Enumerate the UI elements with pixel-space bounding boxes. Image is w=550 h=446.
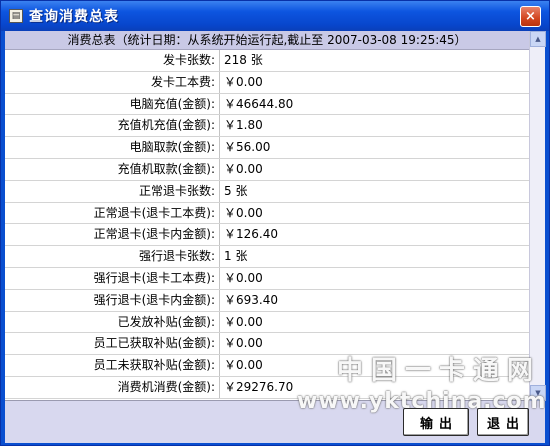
row-label: 正常退卡(退卡工本费): [5, 202, 220, 224]
title-bar[interactable]: ▤ 查询消费总表 × [1, 1, 549, 31]
row-label: 已发放补贴(金额): [5, 311, 220, 333]
row-value: 1 张 [224, 249, 248, 264]
exit-button[interactable]: 退出 [477, 408, 529, 436]
grid-rows: 发卡张数: 218 张发卡工本费: ￥0.00 电脑充值(金额): ￥46644.80 充… [5, 50, 529, 399]
row-label: 电脑取款(金额): [5, 137, 220, 158]
close-icon: × [525, 9, 536, 24]
row-label: 电脑充值(金额): [5, 93, 220, 115]
table-row[interactable]: 强行退卡(退卡工本费): ￥0.00 [5, 267, 529, 290]
row-label: 员工未获取补贴(金额): [5, 355, 220, 376]
row-label: 充值机取款(金额): [5, 158, 220, 180]
row-label: 强行退卡张数: [5, 246, 220, 267]
row-value: ￥46644.80 [224, 96, 294, 111]
row-value: ￥693.40 [224, 292, 278, 307]
summary-grid: 消费总表（统计日期：从系统开始运行起,截止至 2007-03-08 19:25:… [5, 31, 546, 414]
form-icon: ▤ [9, 9, 23, 23]
row-value: 218 张 [224, 53, 263, 67]
row-label: 消费机消费(金额): [5, 376, 220, 398]
export-button[interactable]: 输出 [403, 408, 469, 436]
table-row[interactable]: 发卡工本费: ￥0.00 [5, 71, 529, 94]
row-label: 员工已获取补贴(金额): [5, 333, 220, 355]
row-label: 强行退卡(退卡工本费): [5, 267, 220, 289]
row-value: 5 张 [224, 183, 248, 198]
scroll-up-icon[interactable]: ▲ [530, 31, 546, 47]
row-label: 正常退卡张数: [5, 180, 220, 202]
table-row[interactable]: 正常退卡(退卡工本费): ￥0.00 [5, 202, 529, 225]
table-row[interactable]: 正常退卡张数: 5 张 [5, 180, 529, 203]
row-value: ￥0.00 [224, 205, 263, 220]
row-value: ￥0.00 [224, 314, 263, 329]
row-label: 发卡张数: [5, 50, 220, 71]
vertical-scrollbar[interactable]: ▲ ▼ [529, 31, 546, 401]
watermark-chinese: 中国一卡通网 [337, 356, 542, 386]
table-row[interactable]: 电脑充值(金额): ￥46644.80 [5, 93, 529, 116]
client-area: 消费总表（统计日期：从系统开始运行起,截止至 2007-03-08 19:25:… [5, 31, 546, 443]
table-row[interactable]: 电脑取款(金额): ￥56.00 [5, 137, 529, 159]
row-value: ￥0.00 [224, 74, 263, 89]
row-label: 正常退卡(退卡内金额): [5, 224, 220, 246]
row-value: ￥1.80 [224, 118, 263, 133]
row-label: 强行退卡(退卡内金额): [5, 289, 220, 311]
table-row[interactable]: 充值机充值(金额): ￥1.80 [5, 115, 529, 138]
close-button[interactable]: × [520, 6, 541, 27]
table-row[interactable]: 充值机取款(金额): ￥0.00 [5, 158, 529, 181]
table-row[interactable]: 已发放补贴(金额): ￥0.00 [5, 311, 529, 334]
row-value: ￥126.40 [224, 227, 278, 242]
window-title: 查询消费总表 [29, 9, 119, 25]
table-row[interactable]: 强行退卡张数: 1 张 [5, 246, 529, 268]
row-value: ￥56.00 [224, 140, 271, 155]
row-value: ￥0.00 [224, 270, 263, 285]
grid-header: 消费总表（统计日期：从系统开始运行起,截止至 2007-03-08 19:25:… [5, 31, 529, 50]
table-row[interactable]: 强行退卡(退卡内金额): ￥693.40 [5, 289, 529, 312]
row-label: 充值机充值(金额): [5, 115, 220, 137]
query-consumption-window: ▤ 查询消费总表 × 消费总表（统计日期：从系统开始运行起,截止至 2007-0… [0, 0, 550, 446]
table-row[interactable]: 发卡张数: 218 张 [5, 50, 529, 72]
row-value: ￥0.00 [224, 161, 263, 176]
row-label: 发卡工本费: [5, 71, 220, 93]
table-row[interactable]: 正常退卡(退卡内金额): ￥126.40 [5, 224, 529, 247]
